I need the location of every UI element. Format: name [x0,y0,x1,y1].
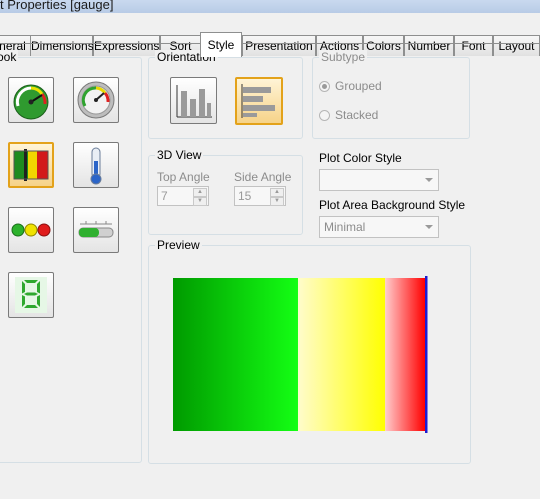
thermometer-gauge-option[interactable] [73,142,119,188]
subtype-grouped-radio[interactable]: Grouped [319,79,382,93]
traffic-light-gauge-icon [11,223,51,237]
tab-dimensions[interactable]: Dimensions [30,35,94,56]
subtype-grouped-label: Grouped [335,79,382,93]
subtype-legend: Subtype [319,50,368,64]
progress-slider-gauge-option[interactable] [73,207,119,253]
tab-style[interactable]: Style [200,32,242,57]
speedometer-gauge-icon [13,84,49,120]
gauge-segment-1 [297,278,386,431]
spin-up-icon[interactable]: ▲ [193,188,207,197]
gauge-segment-0 [173,278,298,431]
view3d-legend: 3D View [155,148,204,162]
tab-font[interactable]: Font [454,35,493,56]
spin-up-icon[interactable]: ▲ [270,188,284,197]
linear-bar-gauge-icon [13,149,49,181]
horizontal-orientation-option[interactable] [235,77,283,125]
gauge-preview [173,276,428,433]
window-title: t Properties [gauge] [0,0,114,12]
round-dial-gauge-option[interactable] [73,77,119,123]
tab-panel-border [0,43,540,44]
tab-colors[interactable]: Colors [363,35,404,56]
spin-down-icon[interactable]: ▼ [270,197,284,206]
preview-legend: Preview [155,238,202,252]
gauge-value-marker [425,276,428,433]
top-angle-spin-arrows[interactable]: ▲ ▼ [193,188,207,206]
thermometer-gauge-icon [90,147,102,185]
plot-color-style-label: Plot Color Style [319,151,402,165]
vertical-bars-icon [176,84,212,117]
subtype-stacked-radio[interactable]: Stacked [319,108,378,122]
spin-down-icon[interactable]: ▼ [193,197,207,206]
digital-led-gauge-icon [15,277,47,313]
radio-unchecked-icon [319,109,330,121]
top-angle-label: Top Angle [157,170,210,184]
top-angle-spinner[interactable]: 7 ▲ ▼ [157,186,209,206]
chevron-down-icon [425,225,433,229]
horizontal-bars-icon [241,84,275,118]
tab-number[interactable]: Number [404,35,454,56]
subtype-stacked-label: Stacked [335,108,379,122]
side-angle-spin-arrows[interactable]: ▲ ▼ [270,188,284,206]
round-dial-gauge-icon [77,81,115,119]
radio-checked-icon [319,80,330,92]
side-angle-label: Side Angle [234,170,292,184]
window-title-bar: t Properties [gauge] [0,0,540,13]
tab-expressions[interactable]: Expressions [93,35,160,56]
tab-strip: neral Dimensions Expressions Sort Style … [0,13,540,57]
plot-area-bg-value: Minimal [324,220,366,234]
speedometer-gauge-option[interactable] [8,77,54,123]
top-angle-value: 7 [161,189,168,203]
chevron-down-icon [425,178,433,182]
tab-presentation[interactable]: Presentation [242,35,316,56]
gauge-segment-2 [385,278,425,431]
tab-layout[interactable]: Layout [493,35,540,56]
progress-slider-gauge-icon [78,221,114,238]
linear-bar-gauge-option[interactable] [8,142,54,188]
subtype-group: Subtype [312,50,470,139]
plot-color-style-select[interactable] [319,169,439,191]
vertical-orientation-option[interactable] [170,77,217,124]
digital-led-gauge-option[interactable] [8,272,54,318]
traffic-light-gauge-option[interactable] [8,207,54,253]
look-legend: ook [0,50,19,64]
side-angle-spinner[interactable]: 15 ▲ ▼ [234,186,286,206]
side-angle-value: 15 [238,189,252,203]
plot-area-bg-select[interactable]: Minimal [319,216,439,238]
plot-area-bg-label: Plot Area Background Style [319,198,466,212]
